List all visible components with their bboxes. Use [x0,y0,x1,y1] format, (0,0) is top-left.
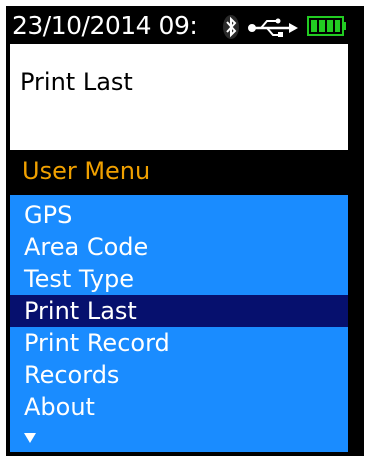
menu-item-label: GPS [24,201,73,229]
status-clock: 23/10/2014 09: [12,11,198,40]
current-selection-label: Print Last [20,68,133,96]
usb-icon [248,18,298,37]
menu-item-label: Test Type [24,265,135,293]
scroll-down-arrow-icon[interactable] [24,433,36,443]
menu-item-label: Print Record [24,329,170,357]
menu-item-records[interactable]: Records [10,359,348,391]
battery-full-icon [307,16,346,36]
menu-header: User Menu [10,150,348,192]
menu-item-about[interactable]: About [10,391,348,423]
menu-item-label: About [24,393,95,421]
menu-item-gps[interactable]: GPS [10,199,348,231]
bluetooth-icon [223,15,239,39]
menu-item-test-type[interactable]: Test Type [10,263,348,295]
menu-title: User Menu [22,157,151,185]
menu-item-area-code[interactable]: Area Code [10,231,348,263]
menu-item-label: Area Code [24,233,149,261]
status-bar: 23/10/2014 09: [10,11,348,40]
menu-item-label: Print Last [24,297,137,325]
menu-list: GPS Area Code Test Type Print Last Print… [10,195,348,452]
menu-item-print-last[interactable]: Print Last [10,295,348,327]
menu-item-label: Records [24,361,120,389]
menu-item-print-record[interactable]: Print Record [10,327,348,359]
